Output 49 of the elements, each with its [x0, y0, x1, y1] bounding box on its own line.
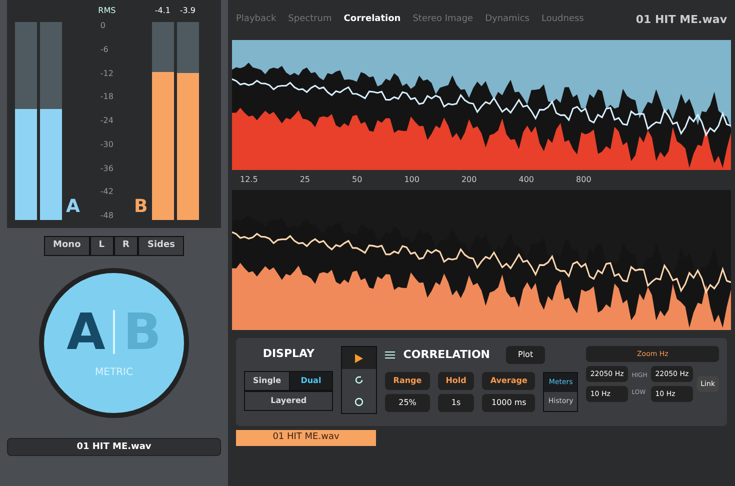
ab-letter: A — [66, 306, 106, 356]
scale-label: -30 — [100, 140, 114, 149]
scale-label: -12 — [100, 70, 114, 78]
track-title: 01 HIT ME.wav — [636, 12, 727, 28]
toggle-button[interactable]: L — [90, 236, 114, 256]
divider-line — [113, 310, 116, 354]
play-icon — [355, 354, 364, 362]
value-field[interactable]: 1000 ms — [482, 394, 536, 412]
channel-letter: A — [66, 195, 80, 219]
frequency-label: 100 — [404, 174, 420, 186]
frequency-label: 12.5 — [240, 174, 258, 186]
toggle-button[interactable]: R — [114, 236, 138, 256]
track-row[interactable]: 01 HIT ME.wav — [236, 430, 376, 446]
ab-label: METRIC — [95, 366, 133, 380]
section-title: DISPLAY — [262, 346, 314, 362]
frequency-label: 800 — [576, 174, 592, 186]
file-name-bar: 01 HIT ME.wav — [7, 438, 221, 456]
cycle-icon — [354, 397, 364, 407]
scale-label: -36 — [100, 164, 114, 172]
meter-reading: -4.1 — [154, 5, 172, 17]
scale-label: -18 — [100, 93, 114, 102]
play-button[interactable] — [342, 347, 376, 369]
control-button[interactable]: Range — [385, 372, 430, 390]
section-title: CORRELATION — [403, 346, 490, 363]
plot-dropdown[interactable]: Plot — [506, 346, 546, 364]
channel-letter: B — [134, 195, 148, 219]
display-mode-button[interactable]: Layered — [244, 390, 334, 410]
display-mode-button[interactable]: Single — [244, 370, 290, 390]
frequency-label: 25 — [300, 174, 310, 186]
control-button[interactable]: Average — [482, 372, 536, 390]
meter-reading: -3.9 — [178, 5, 196, 17]
frequency-label: 50 — [352, 174, 362, 186]
display-mode-button[interactable]: Dual — [288, 370, 334, 390]
rotate-icon — [354, 375, 364, 385]
scale-label: -6 — [100, 46, 110, 54]
menu-icon[interactable] — [385, 351, 396, 359]
frequency-label: 200 — [461, 174, 477, 186]
view-tab[interactable]: Correlation — [344, 13, 401, 27]
value-field[interactable]: 1s — [438, 394, 474, 412]
toggle-button[interactable]: Sides — [138, 236, 184, 256]
frequency-label: 400 — [518, 174, 534, 186]
value-field[interactable]: 25% — [385, 394, 430, 412]
scale-label: 0 — [100, 22, 106, 30]
toggle-button[interactable]: Mono — [44, 236, 90, 256]
scale-label: -24 — [100, 117, 114, 125]
scale-label: -48 — [100, 212, 114, 220]
control-button[interactable]: Hold — [438, 372, 474, 390]
scale-label: -42 — [100, 188, 114, 196]
meter-label: RMS — [98, 5, 116, 17]
